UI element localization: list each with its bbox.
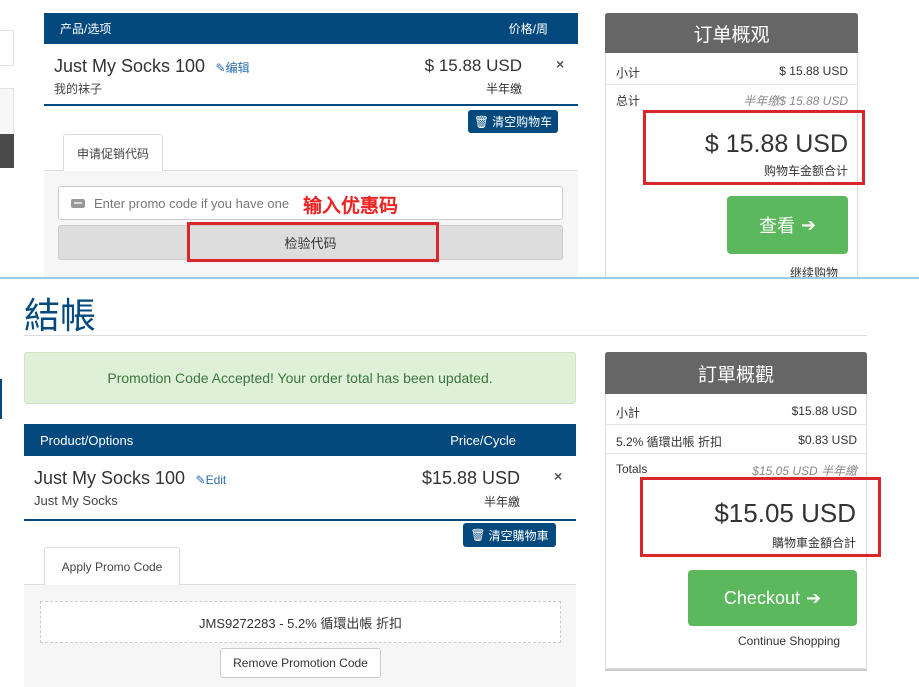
product-price: $ 15.88 USD: [424, 56, 522, 75]
product-name: Just My Socks 100: [54, 56, 206, 76]
continue-shopping-link[interactable]: 继续购物: [790, 264, 838, 278]
sidebar-active-fragment[interactable]: [0, 134, 14, 168]
billing-cycle: 半年繳: [483, 495, 520, 509]
remove-promo-button[interactable]: Remove Promotion Code: [220, 648, 381, 678]
tab-apply-promo[interactable]: 申请促销代码: [63, 134, 163, 171]
top-screenshot-cn: 产品/选项 价格/周 Just My Socks 100 ✎编辑 我的袜子 $ …: [0, 0, 919, 278]
total-row: 总计 半年缴$ 15.88 USD: [616, 92, 848, 109]
page-title: 結帳: [24, 296, 97, 337]
arrow-right-icon: ➔: [800, 214, 817, 235]
total-label: 总计: [616, 94, 641, 108]
edit-label: 编辑: [225, 61, 250, 75]
bottom-screenshot-tw: 結帳 Promotion Code Accepted! Your order t…: [0, 277, 919, 687]
discount-label: 5.2% 循環出帳 折扣: [616, 435, 723, 449]
subtotal-row: 小計 $15.88 USD: [616, 404, 857, 421]
continue-shopping-link[interactable]: Continue Shopping: [738, 634, 840, 648]
product-price: $15.88 USD: [421, 468, 520, 488]
ticket-icon: [71, 198, 85, 208]
product-name: Just My Socks 100: [34, 468, 186, 488]
empty-cart-label: 清空購物車: [488, 528, 549, 543]
title-divider: [24, 335, 867, 336]
sidebar-fragment: [0, 30, 14, 66]
product-subtitle: 我的袜子: [54, 82, 103, 96]
subtotal-value: $ 15.88 USD: [779, 64, 848, 78]
order-summary-title: 订单概观: [605, 13, 858, 53]
highlight-box: [187, 222, 439, 262]
discount-value: $0.83 USD: [798, 433, 857, 447]
trash-icon: 🗑: [470, 528, 486, 542]
discount-row: 5.2% 循環出帳 折扣 $0.83 USD: [616, 433, 857, 450]
product-title-line: Just My Socks 100 ✎Edit: [34, 468, 226, 489]
price-column-header: 价格/周: [508, 22, 548, 36]
checkout-label: 查看: [758, 216, 795, 236]
empty-cart-button[interactable]: 🗑 清空购物车: [468, 110, 558, 133]
billing-cycle: 半年缴: [485, 82, 522, 96]
total-value: 半年缴$ 15.88 USD: [743, 94, 848, 108]
summary-divider: [605, 453, 867, 454]
applied-promo-code: JMS9272283 - 5.2% 循環出帳 折扣: [40, 601, 561, 643]
pencil-icon: ✎: [215, 61, 226, 75]
promo-annotation: 输入优惠码: [303, 196, 399, 217]
empty-cart-label: 清空购物车: [492, 115, 553, 129]
sidebar-edge: [0, 379, 2, 419]
highlight-box: [640, 477, 881, 557]
remove-item-button[interactable]: ×: [556, 56, 564, 72]
product-column-header: 产品/选项: [60, 22, 112, 36]
subtotal-value: $15.88 USD: [791, 404, 857, 418]
promo-accepted-alert: Promotion Code Accepted! Your order tota…: [24, 352, 576, 404]
subtotal-label: 小計: [616, 406, 641, 420]
checkout-button[interactable]: 查看 ➔: [727, 196, 848, 254]
checkout-button[interactable]: Checkout ➔: [688, 570, 857, 626]
promo-placeholder: Enter promo code if you have one: [94, 195, 290, 211]
trash-icon: 🗑: [473, 114, 490, 129]
pencil-icon: ✎: [195, 473, 206, 487]
order-summary-title: 訂單概觀: [605, 352, 867, 394]
edit-link[interactable]: ✎编辑: [216, 61, 250, 75]
edit-link[interactable]: ✎Edit: [196, 473, 227, 487]
empty-cart-button[interactable]: 🗑 清空購物車: [463, 523, 556, 547]
product-subtitle: Just My Socks: [34, 493, 118, 508]
summary-divider: [605, 424, 867, 425]
arrow-right-icon: ➔: [805, 587, 822, 608]
product-title-line: Just My Socks 100 ✎编辑: [54, 56, 250, 77]
product-column-header: Product/Options: [40, 432, 134, 448]
checkout-label: Checkout: [723, 587, 800, 608]
price-column-header: Price/Cycle: [450, 432, 516, 448]
subtotal-row: 小计 $ 15.88 USD: [616, 64, 848, 81]
cart-table-header: 产品/选项 价格/周: [44, 13, 578, 44]
tab-apply-promo[interactable]: Apply Promo Code: [44, 547, 180, 585]
highlight-box: [643, 110, 865, 185]
cart-table-header: Product/Options Price/Cycle: [24, 424, 576, 456]
edit-label: Edit: [205, 473, 227, 487]
summary-divider: [605, 84, 858, 85]
remove-item-button[interactable]: ×: [554, 468, 562, 484]
subtotal-label: 小计: [616, 66, 641, 80]
